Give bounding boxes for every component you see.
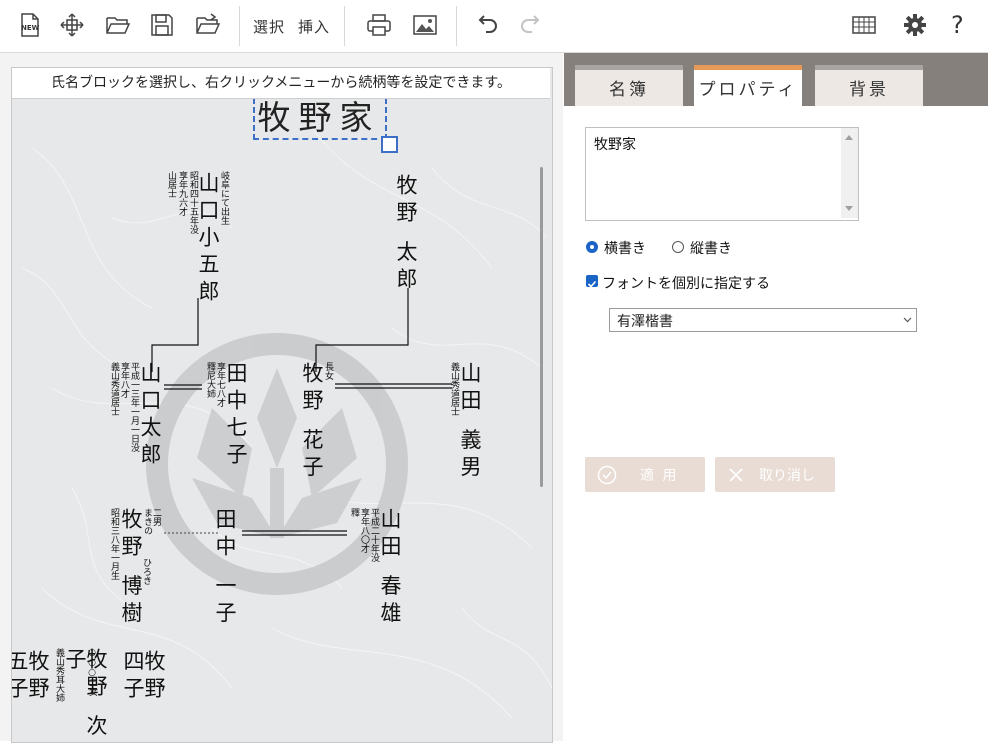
title-selection-frame — [253, 98, 387, 140]
move-icon[interactable] — [58, 10, 86, 40]
font-override-label[interactable]: フォントを個別に指定する — [602, 273, 770, 293]
chevron-down-icon — [903, 317, 912, 323]
person-note: 長女 — [323, 362, 333, 380]
redo-icon[interactable] — [517, 10, 545, 40]
person-name[interactable]: 山口太郎 — [138, 362, 162, 470]
grid-icon[interactable] — [850, 10, 878, 40]
person-note: 昭和三八年一月生 — [109, 508, 119, 580]
title-text-area[interactable]: 牧野家 — [585, 127, 859, 221]
person-name[interactable]: 田中 一子 — [213, 508, 237, 629]
undo-icon[interactable] — [473, 10, 501, 40]
toolbar-separator — [344, 6, 345, 46]
cancel-label: 取り消し — [759, 468, 815, 484]
person-name[interactable]: 牧野 次子 — [63, 648, 108, 742]
toolbar-separator — [456, 6, 457, 46]
new-file-icon[interactable]: NEW — [16, 10, 44, 40]
font-select[interactable]: 有澤楷書 — [609, 308, 917, 332]
person-name[interactable]: 山口小五郎 — [196, 172, 220, 307]
person-note: 岐阜にて出生 — [219, 171, 229, 225]
person-note: 平成二十年没 — [369, 508, 379, 562]
person-name[interactable]: 牧野 太郎 — [394, 174, 418, 295]
toolbar: NEW 選択 挿入 ? — [0, 0, 988, 53]
open-folder-icon[interactable] — [104, 10, 132, 40]
font-override-checkbox[interactable] — [586, 275, 598, 288]
tab-bar: 名簿 プロパティ 背景 — [564, 53, 988, 107]
font-select-value: 有澤楷書 — [617, 314, 673, 330]
open-recent-icon[interactable] — [194, 10, 222, 40]
check-icon — [587, 280, 597, 288]
person-note: 釋尼大姉 — [205, 362, 215, 398]
title-text-value: 牧野家 — [594, 137, 636, 153]
tab-roster[interactable]: 名簿 — [575, 65, 683, 106]
person-note: 享年七八才 — [215, 362, 225, 407]
person-name[interactable]: 牧野 花子 — [300, 362, 324, 483]
person-note: 昭和四十五年没 — [188, 171, 198, 234]
horizontal-radio[interactable] — [586, 241, 598, 253]
person-note: 平成一三年一月一日没 — [129, 362, 139, 452]
person-name[interactable]: 田中七子 — [224, 362, 248, 470]
tab-properties[interactable]: プロパティ — [694, 65, 802, 107]
insert-mode-button[interactable]: 挿入 — [298, 16, 330, 37]
person-ruby: ひろき — [141, 558, 151, 585]
close-icon — [729, 468, 743, 482]
person-name[interactable]: 牧野 四子 — [121, 650, 166, 742]
person-name[interactable]: 牧野 博樹 — [119, 508, 143, 629]
horizontal-radio-label[interactable]: 横書き — [604, 238, 646, 258]
print-icon[interactable] — [365, 10, 393, 40]
person-note: まきの — [142, 508, 152, 535]
check-circle-icon — [597, 465, 617, 485]
apply-button[interactable]: 適 用 — [585, 457, 705, 492]
image-icon[interactable] — [411, 10, 439, 40]
vertical-radio-label[interactable]: 縦書き — [690, 238, 732, 258]
person-note: 享年九六才 — [177, 171, 187, 216]
person-note: 義山秀耳大姉 — [54, 648, 64, 702]
person-name[interactable]: 山田 春雄 — [378, 508, 402, 629]
save-icon[interactable] — [148, 10, 176, 40]
person-note: 義山秀道居士 — [109, 362, 119, 416]
family-tree-canvas[interactable]: 氏名ブロックを選択し、右クリックメニューから続柄等を設定できます。 牧野家 山口… — [11, 67, 553, 743]
canvas-hint-text: 氏名ブロックを選択し、右クリックメニューから続柄等を設定できます。 — [12, 68, 550, 99]
textarea-scrollbar[interactable] — [841, 128, 858, 218]
help-button[interactable]: ? — [951, 11, 965, 39]
gear-icon[interactable] — [901, 10, 929, 40]
toolbar-separator — [239, 6, 240, 46]
resize-handle[interactable] — [381, 136, 398, 153]
person-note: 義山秀道居士 — [449, 362, 459, 416]
person-name[interactable]: 山田 義男 — [458, 362, 482, 483]
person-note: ○○○二女 — [87, 648, 97, 696]
vertical-radio[interactable] — [672, 241, 684, 253]
person-note: 山居士 — [166, 171, 176, 198]
person-name[interactable]: 牧野 五子 — [12, 650, 50, 742]
select-mode-button[interactable]: 選択 — [253, 16, 285, 37]
tab-background[interactable]: 背景 — [815, 65, 923, 106]
person-note: 享年八才 — [119, 362, 129, 398]
svg-text:NEW: NEW — [21, 24, 40, 32]
person-note: 享年八〇才 — [359, 508, 369, 553]
person-note: 釋 — [349, 508, 359, 517]
tree-area: 氏名ブロックを選択し、右クリックメニューから続柄等を設定できます。 牧野家 山口… — [0, 53, 563, 743]
apply-label: 適 用 — [640, 468, 679, 484]
property-panel: 名簿 プロパティ 背景 牧野家 横書き 縦書き フォントを個別に指定する 有澤楷… — [564, 53, 988, 741]
cancel-button[interactable]: 取り消し — [715, 457, 835, 492]
person-note: 二男 — [151, 508, 161, 526]
